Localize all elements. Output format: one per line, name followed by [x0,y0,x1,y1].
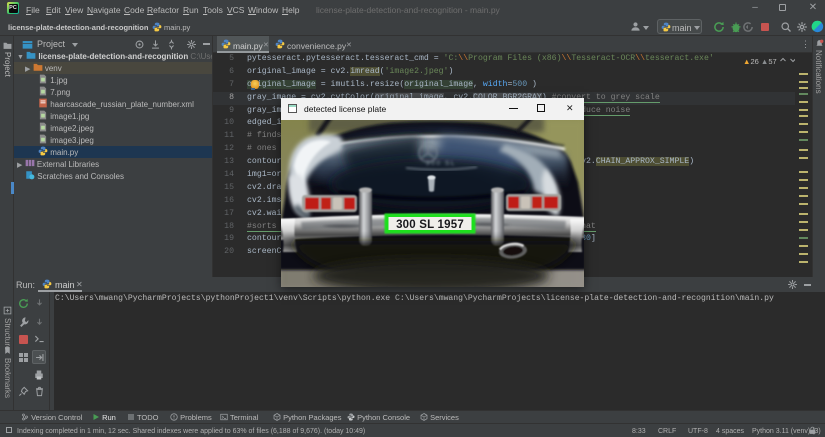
svg-text:300 SL 1957: 300 SL 1957 [396,219,464,231]
svg-text:300 SL: 300 SL [426,160,456,167]
